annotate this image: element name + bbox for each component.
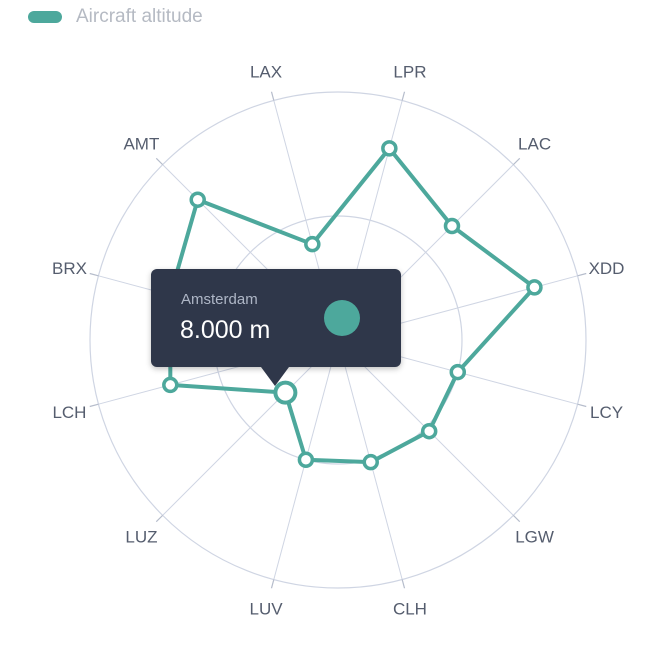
- tooltip: Amsterdam 8.000 m: [151, 269, 401, 386]
- tooltip-value: 8.000 m: [180, 316, 271, 344]
- tick-mark: [401, 579, 406, 589]
- category-label: LUV: [250, 600, 284, 619]
- tick-mark: [89, 403, 99, 408]
- category-label: LCH: [52, 403, 86, 422]
- tick-mark: [155, 514, 164, 523]
- tick-mark: [155, 157, 164, 166]
- tick-mark: [270, 91, 275, 101]
- data-point: [362, 453, 379, 471]
- data-point: [381, 140, 398, 157]
- tick-mark: [577, 272, 587, 277]
- tooltip-title: Amsterdam: [181, 291, 258, 308]
- category-label: LAX: [250, 62, 282, 81]
- category-label: LGW: [515, 528, 554, 547]
- data-point: [526, 279, 543, 296]
- data-point: [297, 451, 315, 469]
- category-label: BRX: [52, 259, 87, 278]
- data-point: [162, 376, 179, 394]
- tick-mark: [512, 514, 521, 523]
- tick-mark: [512, 157, 521, 166]
- category-label: AMT: [123, 134, 159, 153]
- category-label: LCY: [590, 403, 623, 422]
- tick-mark: [401, 91, 406, 101]
- tick-mark: [577, 403, 587, 408]
- category-label: CLH: [393, 600, 427, 619]
- category-label: LUZ: [125, 528, 157, 547]
- category-label: XDD: [589, 259, 625, 278]
- tooltip-series-dot: [324, 300, 360, 336]
- tick-mark: [270, 579, 275, 589]
- tick-mark: [89, 272, 99, 277]
- category-label: LPR: [393, 62, 426, 81]
- data-point: [189, 191, 206, 208]
- category-label: LAC: [518, 134, 551, 153]
- data-point: [304, 235, 321, 253]
- data-point: [443, 217, 461, 235]
- data-point: [420, 422, 438, 440]
- data-point: [449, 363, 467, 381]
